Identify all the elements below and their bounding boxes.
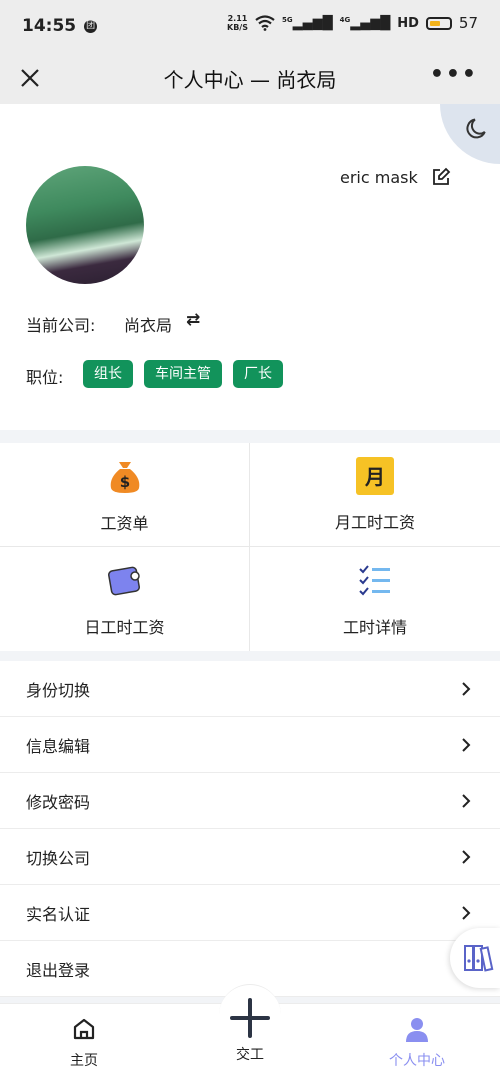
signal-5g-icon: 5G▂▄▆█ [281, 15, 333, 31]
avatar[interactable] [26, 166, 144, 284]
wifi-icon [255, 15, 275, 31]
role-tags: 组长 车间主管 厂长 [83, 360, 283, 388]
close-icon[interactable] [14, 62, 46, 94]
role-tag: 厂长 [233, 360, 283, 388]
battery-icon [425, 16, 452, 30]
menu-item-edit-info[interactable]: 信息编辑 [0, 717, 500, 773]
money-bag-icon: $ [105, 456, 145, 496]
chevron-right-icon [462, 850, 471, 864]
company-label: 当前公司: [26, 316, 96, 335]
menu-label: 退出登录 [26, 960, 91, 980]
moon-icon [466, 118, 486, 139]
grid-label: 日工时工资 [84, 618, 165, 637]
page-title: 个人中心 — 尚衣局 [163, 67, 337, 92]
chevron-right-icon [462, 738, 471, 752]
notification-icon: 团 [84, 19, 98, 33]
status-time: 14:55 [22, 16, 77, 36]
tab-label: 主页 [70, 1053, 98, 1069]
binders-icon [464, 945, 494, 972]
status-icons: 2.11 KB/S 5G▂▄▆█ 4G▂▄▆█ HD 57 [227, 14, 478, 32]
menu-label: 切换公司 [26, 848, 91, 868]
checklist-icon [355, 560, 395, 600]
edit-icon[interactable] [430, 166, 452, 188]
tab-label: 个人中心 [389, 1053, 445, 1069]
home-icon [73, 1018, 95, 1040]
grid-item-payslip[interactable]: $ 工资单 [0, 443, 250, 547]
role-tag: 车间主管 [144, 360, 222, 388]
battery-level: 57 [458, 14, 478, 32]
tab-home[interactable]: 主页 [34, 1016, 134, 1070]
hd-icon: HD [397, 15, 419, 31]
person-icon [406, 1018, 428, 1042]
tab-profile[interactable]: 个人中心 [367, 1016, 467, 1070]
tab-label: 交工 [236, 1047, 264, 1063]
bottom-tab-bar: 主页 交工 个人中心 [0, 984, 500, 1083]
grid-label: 工时详情 [342, 618, 407, 637]
menu-label: 实名认证 [26, 904, 91, 924]
company-value: 尚衣局 [124, 316, 173, 335]
chevron-right-icon [462, 682, 471, 696]
grid-item-monthly-wage[interactable]: 月 月工时工资 [250, 443, 500, 547]
chevron-right-icon [462, 906, 471, 920]
chevron-right-icon [462, 794, 471, 808]
dark-mode-toggle[interactable] [440, 104, 500, 164]
nav-bar: 个人中心 — 尚衣局 ••• [0, 52, 500, 104]
settings-menu: 身份切换 信息编辑 修改密码 切换公司 实名认证 退出登录 [0, 661, 500, 997]
grid-item-daily-wage[interactable]: 日工时工资 [0, 547, 250, 651]
role-label: 职位: [26, 368, 64, 387]
profile-card: eric mask 当前公司: 尚衣局 ⇄ 职位: 组长 车间主管 厂长 [0, 104, 500, 430]
status-bar: 14:55 团 2.11 KB/S 5G▂▄▆█ 4G▂▄▆█ HD 57 [0, 0, 500, 52]
user-name: eric mask [340, 168, 418, 187]
menu-item-switch-identity[interactable]: 身份切换 [0, 661, 500, 717]
tab-submit-work[interactable]: 交工 [200, 996, 300, 1064]
switch-company-icon[interactable]: ⇄ [186, 310, 200, 330]
grid-label: 月工时工资 [334, 512, 415, 532]
grid-label: 工资单 [100, 513, 149, 533]
role-tag: 组长 [83, 360, 133, 388]
function-grid: $ 工资单 月 月工时工资 日工时工资 工时详情 [0, 443, 500, 651]
menu-label: 身份切换 [26, 680, 91, 700]
menu-item-verification[interactable]: 实名认证 [0, 885, 500, 941]
menu-item-change-password[interactable]: 修改密码 [0, 773, 500, 829]
signal-4g-icon: 4G▂▄▆█ [339, 15, 391, 31]
more-icon[interactable]: ••• [430, 62, 478, 87]
menu-label: 修改密码 [26, 792, 91, 812]
plus-icon [230, 998, 270, 1038]
wallet-icon [105, 560, 145, 600]
network-speed: 2.11 KB/S [227, 14, 248, 32]
grid-item-hours-detail[interactable]: 工时详情 [250, 547, 500, 651]
menu-item-switch-company[interactable]: 切换公司 [0, 829, 500, 885]
menu-label: 信息编辑 [26, 736, 91, 756]
month-calendar-icon: 月 [356, 456, 394, 495]
svg-text:$: $ [119, 473, 129, 491]
